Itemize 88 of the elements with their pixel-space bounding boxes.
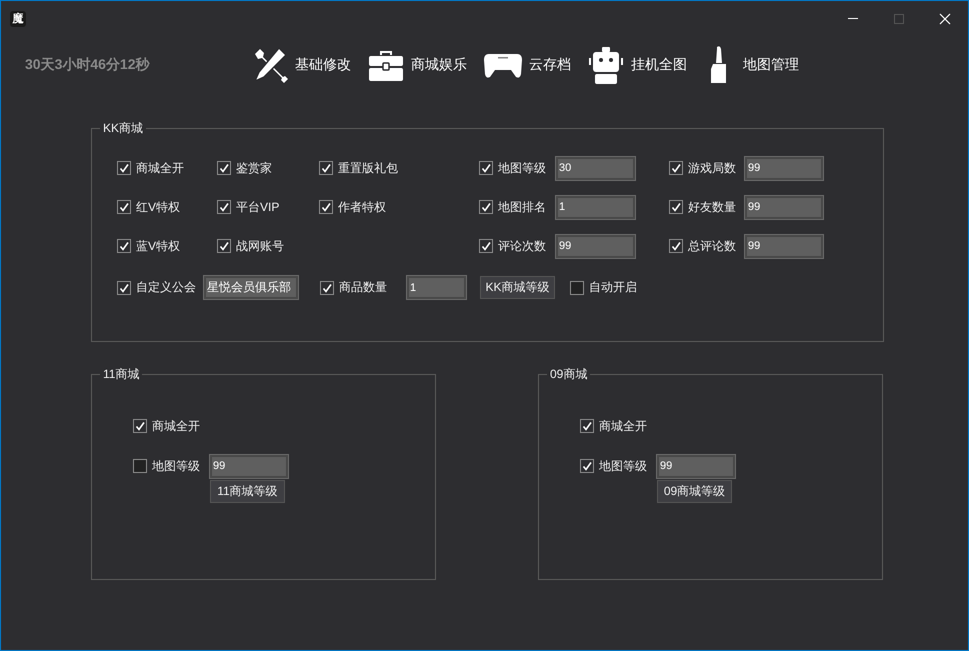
input-field[interactable]: 99 bbox=[745, 156, 823, 180]
option-label: 地图等级 bbox=[152, 458, 201, 474]
checkbox[interactable] bbox=[580, 459, 594, 473]
level-button[interactable]: 11商城等级 bbox=[210, 480, 285, 503]
option-label: 评论次数 bbox=[498, 238, 547, 254]
option-label: 平台VIP bbox=[236, 198, 280, 216]
robot-icon bbox=[587, 45, 625, 85]
checkbox[interactable] bbox=[669, 200, 683, 214]
group-title: 11商城 bbox=[102, 366, 140, 383]
input-field[interactable]: 99 bbox=[657, 454, 735, 478]
checkbox[interactable] bbox=[479, 161, 493, 175]
check-icon bbox=[481, 241, 491, 251]
option-label: 好友数量 bbox=[688, 198, 737, 216]
check-icon bbox=[671, 241, 681, 251]
timer-text: 30天3小时46分12秒 bbox=[25, 56, 151, 74]
check-icon bbox=[135, 421, 145, 431]
option-label: 重置版礼包 bbox=[338, 160, 398, 176]
check-icon bbox=[321, 163, 331, 173]
checkbox[interactable] bbox=[117, 280, 131, 294]
input-field[interactable]: 99 bbox=[556, 234, 635, 258]
check-icon bbox=[671, 163, 681, 173]
checkbox[interactable] bbox=[580, 419, 594, 433]
checkbox[interactable] bbox=[117, 239, 131, 253]
app-icon: 魔 bbox=[10, 10, 26, 26]
check-icon bbox=[671, 202, 681, 212]
option-label: 地图排名 bbox=[498, 198, 547, 216]
checkbox[interactable] bbox=[319, 161, 333, 175]
option-label: 商城全开 bbox=[152, 418, 201, 434]
option-label: 总评论数 bbox=[688, 238, 737, 254]
check-icon bbox=[119, 202, 129, 212]
nav-button[interactable]: 挂机全图 bbox=[587, 45, 687, 85]
nav-button[interactable]: 云存档 bbox=[483, 45, 571, 85]
checkbox[interactable] bbox=[669, 239, 683, 253]
nav-button[interactable]: 地图管理 bbox=[703, 45, 799, 85]
checkbox[interactable] bbox=[570, 280, 584, 294]
check-icon bbox=[322, 282, 332, 292]
input-field[interactable]: 99 bbox=[745, 196, 823, 218]
checkbox[interactable] bbox=[133, 419, 147, 433]
option-label: 战网账号 bbox=[236, 238, 284, 254]
check-icon bbox=[582, 421, 592, 431]
input-field[interactable]: 30 bbox=[556, 156, 635, 180]
option-label: 作者特权 bbox=[338, 198, 386, 216]
level-button[interactable]: KK商城等级 bbox=[480, 276, 555, 299]
checkbox[interactable] bbox=[217, 161, 231, 175]
option-label: 红V特权 bbox=[136, 198, 180, 216]
checkbox[interactable] bbox=[133, 459, 147, 473]
close-icon bbox=[939, 12, 951, 24]
checkbox[interactable] bbox=[669, 161, 683, 175]
option-label: 地图等级 bbox=[498, 160, 547, 176]
checkbox[interactable] bbox=[117, 161, 131, 175]
option-label: 商城全开 bbox=[136, 160, 184, 176]
checkbox[interactable] bbox=[479, 239, 493, 253]
group-title: 09商城 bbox=[549, 366, 588, 383]
check-icon bbox=[119, 282, 129, 292]
group-title: KK商城 bbox=[102, 120, 144, 137]
check-icon bbox=[481, 163, 491, 173]
option-label: 商城全开 bbox=[599, 418, 648, 434]
checkbox[interactable] bbox=[117, 200, 131, 214]
nav-button[interactable]: 商城娱乐 bbox=[367, 45, 467, 85]
checkbox[interactable] bbox=[479, 200, 493, 214]
checkbox[interactable] bbox=[319, 200, 333, 214]
input-field[interactable]: 1 bbox=[556, 196, 635, 218]
check-icon bbox=[219, 163, 229, 173]
input-field[interactable]: 星悦会员俱乐部 bbox=[204, 276, 298, 299]
check-icon bbox=[219, 241, 229, 251]
option-label: 游戏局数 bbox=[688, 160, 737, 176]
option-label: 自动开启 bbox=[589, 279, 637, 296]
checkbox[interactable] bbox=[217, 239, 231, 253]
minimize-icon bbox=[848, 18, 858, 19]
checkbox[interactable] bbox=[217, 200, 231, 214]
nav-button[interactable]: 基础修改 bbox=[251, 45, 351, 85]
input-field[interactable]: 99 bbox=[210, 454, 288, 478]
option-label: 商品数量 bbox=[339, 279, 387, 296]
check-icon bbox=[119, 241, 129, 251]
check-icon bbox=[582, 461, 592, 471]
maximize-icon bbox=[893, 12, 905, 24]
level-button[interactable]: 09商城等级 bbox=[657, 480, 732, 503]
option-label: 鉴赏家 bbox=[236, 160, 272, 176]
check-icon bbox=[119, 163, 129, 173]
input-field[interactable]: 99 bbox=[745, 234, 823, 258]
check-icon bbox=[219, 202, 229, 212]
checkbox[interactable] bbox=[320, 280, 334, 294]
check-icon bbox=[481, 202, 491, 212]
option-label: 自定义公会 bbox=[136, 279, 196, 296]
option-label: 地图等级 bbox=[599, 458, 648, 474]
option-label: 蓝V特权 bbox=[136, 238, 180, 254]
check-icon bbox=[321, 202, 331, 212]
input-field[interactable]: 1 bbox=[407, 276, 466, 299]
